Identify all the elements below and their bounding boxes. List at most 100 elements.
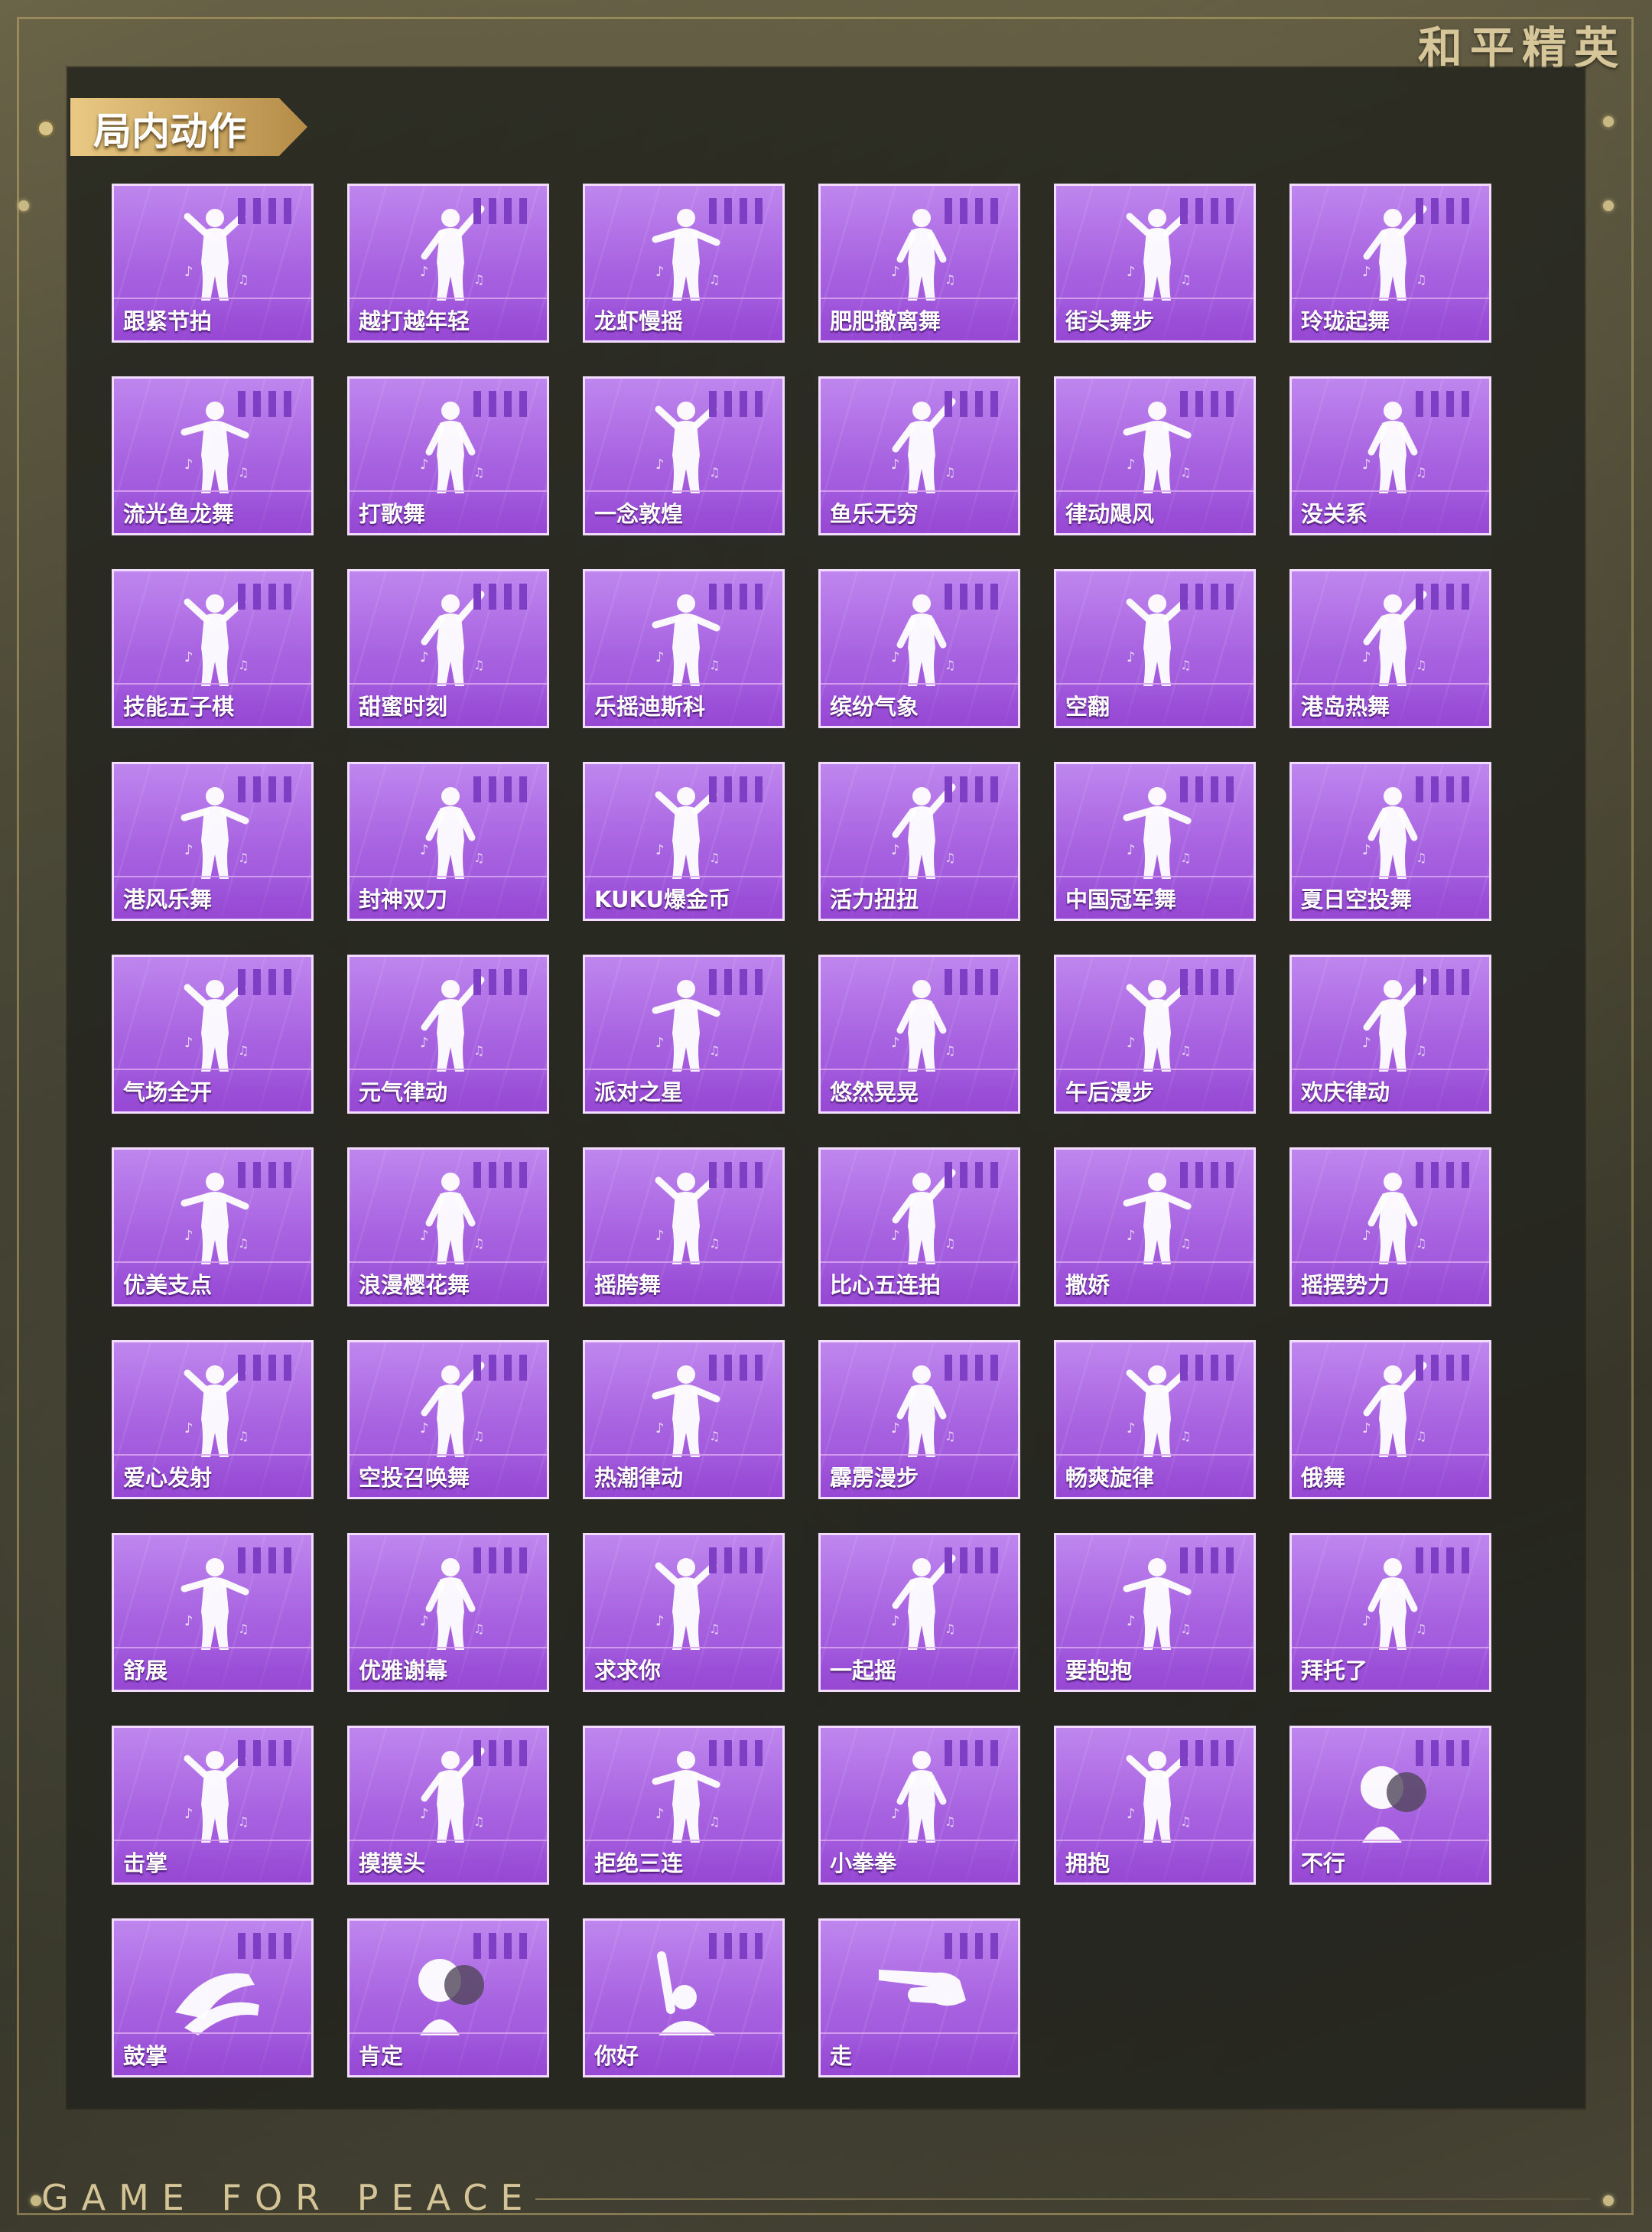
svg-text:♪: ♪ <box>1362 457 1371 473</box>
emote-card[interactable]: ♪ ♫ 空翻 <box>1054 569 1256 728</box>
emote-card[interactable]: 你好 <box>583 1918 785 2077</box>
emote-name: 港岛热舞 <box>1301 694 1390 720</box>
emote-card[interactable]: ♪ ♫ 舒展 <box>112 1533 314 1692</box>
emote-card[interactable]: ♪ ♫ 摸摸头 <box>347 1726 549 1885</box>
emote-card[interactable]: ♪ ♫ 封神双刀 <box>347 762 549 921</box>
emote-card[interactable]: ♪ ♫ 拜托了 <box>1289 1533 1491 1692</box>
svg-text:♫: ♫ <box>945 851 955 865</box>
section-title: 局内动作 <box>93 109 246 154</box>
emote-card[interactable]: ♪ ♫ 打歌舞 <box>347 376 549 535</box>
emote-name: 要抱抱 <box>1065 1658 1133 1684</box>
emote-name: 摸摸头 <box>359 1850 426 1876</box>
rarity-bars-icon <box>945 1547 1004 1573</box>
emote-card[interactable]: ♪ ♫ 畅爽旋律 <box>1054 1340 1256 1499</box>
emote-card[interactable]: ♪ ♫ KUKU爆金币 <box>583 762 785 921</box>
emote-card[interactable]: ♪ ♫ 霹雳漫步 <box>818 1340 1020 1499</box>
emote-card[interactable]: ♪ ♫ 悠然晃晃 <box>818 955 1020 1114</box>
emote-card[interactable]: ♪ ♫ 摇摆势力 <box>1289 1147 1491 1306</box>
emote-name: 流光鱼龙舞 <box>123 501 235 527</box>
emote-card[interactable]: ♪ ♫ 街头舞步 <box>1054 184 1256 343</box>
rarity-bars-icon <box>945 969 1004 995</box>
emote-card[interactable]: ♪ ♫ 鱼乐无穷 <box>818 376 1020 535</box>
svg-text:♪: ♪ <box>891 1806 900 1822</box>
emote-card[interactable]: ♪ ♫ 撒娇 <box>1054 1147 1256 1306</box>
emote-name: 击掌 <box>123 1850 168 1876</box>
emote-name: 甜蜜时刻 <box>359 694 448 720</box>
emote-card[interactable]: ♪ ♫ 缤纷气象 <box>818 569 1020 728</box>
svg-text:♫: ♫ <box>945 272 955 287</box>
emote-card[interactable]: ♪ ♫ 肥肥撤离舞 <box>818 184 1020 343</box>
emote-card[interactable]: ♪ ♫ 求求你 <box>583 1533 785 1692</box>
emote-name: 越打越年轻 <box>359 308 470 334</box>
emote-card[interactable]: ♪ ♫ 欢庆律动 <box>1289 955 1491 1114</box>
svg-text:♪: ♪ <box>1362 264 1371 280</box>
emote-card[interactable]: ♪ ♫ 流光鱼龙舞 <box>112 376 314 535</box>
emote-card[interactable]: ♪ ♫ 气场全开 <box>112 955 314 1114</box>
emote-card[interactable]: ♪ ♫ 技能五子棋 <box>112 569 314 728</box>
svg-text:♫: ♫ <box>709 1429 720 1443</box>
emote-card[interactable]: 肯定 <box>347 1918 549 2077</box>
emote-card[interactable]: ♪ ♫ 港岛热舞 <box>1289 569 1491 728</box>
emote-card[interactable]: ♪ ♫ 优美支点 <box>112 1147 314 1306</box>
rarity-bars-icon <box>473 391 533 417</box>
emote-card[interactable]: ♪ ♫ 俄舞 <box>1289 1340 1491 1499</box>
emote-card[interactable]: ♪ ♫ 中国冠军舞 <box>1054 762 1256 921</box>
rarity-bars-icon <box>238 198 298 224</box>
footer-divider <box>535 2198 1591 2200</box>
emote-card[interactable]: ♪ ♫ 港风乐舞 <box>112 762 314 921</box>
svg-text:♫: ♫ <box>1180 658 1191 672</box>
emote-card[interactable]: 不行 <box>1289 1726 1491 1885</box>
emote-card[interactable]: ♪ ♫ 越打越年轻 <box>347 184 549 343</box>
corner-ornament <box>1603 116 1614 127</box>
emote-card[interactable]: ♪ ♫ 摇胯舞 <box>583 1147 785 1306</box>
emote-card[interactable]: ♪ ♫ 浪漫樱花舞 <box>347 1147 549 1306</box>
emote-card[interactable]: ♪ ♫ 拥抱 <box>1054 1726 1256 1885</box>
emote-card[interactable]: ♪ ♫ 龙虾慢摇 <box>583 184 785 343</box>
emote-card[interactable]: ♪ ♫ 一念敦煌 <box>583 376 785 535</box>
emote-card[interactable]: ♪ ♫ 跟紧节拍 <box>112 184 314 343</box>
svg-text:♪: ♪ <box>184 1806 193 1822</box>
rarity-bars-icon <box>238 1162 298 1188</box>
emote-card[interactable]: ♪ ♫ 元气律动 <box>347 955 549 1114</box>
svg-text:♪: ♪ <box>655 1228 665 1244</box>
rarity-bars-icon <box>1416 1740 1475 1766</box>
svg-text:♪: ♪ <box>420 842 429 858</box>
emote-card[interactable]: ♪ ♫ 要抱抱 <box>1054 1533 1256 1692</box>
svg-text:♪: ♪ <box>1127 1420 1136 1436</box>
svg-text:♫: ♫ <box>709 465 720 480</box>
emote-card[interactable]: ♪ ♫ 空投召唤舞 <box>347 1340 549 1499</box>
rarity-bars-icon <box>1416 969 1475 995</box>
emote-card[interactable]: ♪ ♫ 玲珑起舞 <box>1289 184 1491 343</box>
rarity-bars-icon <box>473 969 533 995</box>
emote-card[interactable]: ♪ ♫ 夏日空投舞 <box>1289 762 1491 921</box>
emote-card[interactable]: ♪ ♫ 乐摇迪斯科 <box>583 569 785 728</box>
svg-text:♪: ♪ <box>184 842 193 858</box>
rarity-bars-icon <box>1180 391 1240 417</box>
svg-text:♫: ♫ <box>945 465 955 480</box>
emote-card[interactable]: 鼓掌 <box>112 1918 314 2077</box>
emote-card[interactable]: ♪ ♫ 爱心发射 <box>112 1340 314 1499</box>
svg-text:♫: ♫ <box>709 1622 720 1636</box>
emote-card[interactable]: ♪ ♫ 击掌 <box>112 1726 314 1885</box>
emote-card[interactable]: ♪ ♫ 比心五连拍 <box>818 1147 1020 1306</box>
emote-card[interactable]: ♪ ♫ 派对之星 <box>583 955 785 1114</box>
emote-card[interactable]: 走 <box>818 1918 1020 2077</box>
emote-card[interactable]: ♪ ♫ 甜蜜时刻 <box>347 569 549 728</box>
emote-card[interactable]: ♪ ♫ 律动飓风 <box>1054 376 1256 535</box>
rarity-bars-icon <box>238 1933 298 1959</box>
svg-text:♫: ♫ <box>1180 1043 1191 1058</box>
svg-text:♪: ♪ <box>891 1035 900 1051</box>
emote-card[interactable]: ♪ ♫ 优雅谢幕 <box>347 1533 549 1692</box>
svg-text:♪: ♪ <box>891 1613 900 1629</box>
emote-card[interactable]: ♪ ♫ 没关系 <box>1289 376 1491 535</box>
emote-card[interactable]: ♪ ♫ 小拳拳 <box>818 1726 1020 1885</box>
svg-text:♫: ♫ <box>473 658 484 672</box>
emote-card[interactable]: ♪ ♫ 拒绝三连 <box>583 1726 785 1885</box>
emote-card[interactable]: ♪ ♫ 一起摇 <box>818 1533 1020 1692</box>
emote-card[interactable]: ♪ ♫ 午后漫步 <box>1054 955 1256 1114</box>
rarity-bars-icon <box>709 1355 769 1381</box>
svg-text:♪: ♪ <box>420 649 429 665</box>
svg-text:♪: ♪ <box>891 649 900 665</box>
emote-card[interactable]: ♪ ♫ 活力扭扭 <box>818 762 1020 921</box>
emote-card[interactable]: ♪ ♫ 热潮律动 <box>583 1340 785 1499</box>
